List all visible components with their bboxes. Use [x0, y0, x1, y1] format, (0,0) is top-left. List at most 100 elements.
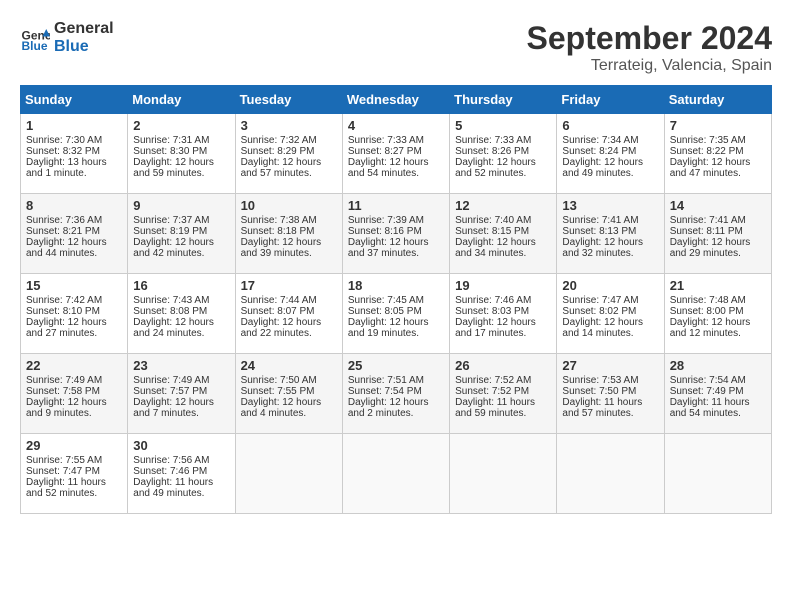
- sunrise: Sunrise: 7:38 AM: [241, 215, 317, 226]
- day-number: 3: [241, 118, 337, 133]
- calendar-table: Sunday Monday Tuesday Wednesday Thursday…: [20, 85, 772, 514]
- sunrise: Sunrise: 7:48 AM: [670, 295, 746, 306]
- calendar-cell: 14Sunrise: 7:41 AMSunset: 8:11 PMDayligh…: [664, 194, 771, 274]
- sunrise: Sunrise: 7:43 AM: [133, 295, 209, 306]
- sunset: Sunset: 7:46 PM: [133, 466, 207, 477]
- calendar-week-1: 1Sunrise: 7:30 AMSunset: 8:32 PMDaylight…: [21, 114, 772, 194]
- daylight: Daylight: 12 hours and 19 minutes.: [348, 317, 429, 339]
- daylight: Daylight: 12 hours and 44 minutes.: [26, 237, 107, 259]
- day-number: 7: [670, 118, 766, 133]
- sunrise: Sunrise: 7:50 AM: [241, 375, 317, 386]
- header-wednesday: Wednesday: [342, 86, 449, 114]
- daylight: Daylight: 12 hours and 2 minutes.: [348, 397, 429, 419]
- location-title: Terrateig, Valencia, Spain: [527, 57, 772, 75]
- day-number: 12: [455, 198, 551, 213]
- header-thursday: Thursday: [450, 86, 557, 114]
- sunrise: Sunrise: 7:53 AM: [562, 375, 638, 386]
- logo: General Blue General Blue: [20, 20, 114, 55]
- calendar-cell: 3Sunrise: 7:32 AMSunset: 8:29 PMDaylight…: [235, 114, 342, 194]
- sunset: Sunset: 8:21 PM: [26, 226, 100, 237]
- sunset: Sunset: 7:57 PM: [133, 386, 207, 397]
- daylight: Daylight: 12 hours and 7 minutes.: [133, 397, 214, 419]
- daylight: Daylight: 11 hours and 59 minutes.: [455, 397, 535, 419]
- day-number: 4: [348, 118, 444, 133]
- calendar-cell: 20Sunrise: 7:47 AMSunset: 8:02 PMDayligh…: [557, 274, 664, 354]
- day-number: 9: [133, 198, 229, 213]
- sunset: Sunset: 8:03 PM: [455, 306, 529, 317]
- daylight: Daylight: 12 hours and 57 minutes.: [241, 157, 322, 179]
- calendar-cell: 2Sunrise: 7:31 AMSunset: 8:30 PMDaylight…: [128, 114, 235, 194]
- sunset: Sunset: 8:08 PM: [133, 306, 207, 317]
- sunset: Sunset: 8:05 PM: [348, 306, 422, 317]
- calendar-body: 1Sunrise: 7:30 AMSunset: 8:32 PMDaylight…: [21, 114, 772, 514]
- sunrise: Sunrise: 7:34 AM: [562, 135, 638, 146]
- calendar-cell: [664, 434, 771, 514]
- calendar-cell: 7Sunrise: 7:35 AMSunset: 8:22 PMDaylight…: [664, 114, 771, 194]
- daylight: Daylight: 12 hours and 42 minutes.: [133, 237, 214, 259]
- sunrise: Sunrise: 7:49 AM: [26, 375, 102, 386]
- calendar-cell: [450, 434, 557, 514]
- calendar-week-2: 8Sunrise: 7:36 AMSunset: 8:21 PMDaylight…: [21, 194, 772, 274]
- sunrise: Sunrise: 7:40 AM: [455, 215, 531, 226]
- day-number: 23: [133, 358, 229, 373]
- sunset: Sunset: 8:24 PM: [562, 146, 636, 157]
- daylight: Daylight: 12 hours and 32 minutes.: [562, 237, 643, 259]
- calendar-cell: [235, 434, 342, 514]
- day-number: 26: [455, 358, 551, 373]
- sunset: Sunset: 8:00 PM: [670, 306, 744, 317]
- day-number: 13: [562, 198, 658, 213]
- day-number: 21: [670, 278, 766, 293]
- day-number: 25: [348, 358, 444, 373]
- daylight: Daylight: 11 hours and 49 minutes.: [133, 477, 213, 499]
- day-number: 19: [455, 278, 551, 293]
- sunrise: Sunrise: 7:35 AM: [670, 135, 746, 146]
- sunset: Sunset: 8:30 PM: [133, 146, 207, 157]
- calendar-cell: 27Sunrise: 7:53 AMSunset: 7:50 PMDayligh…: [557, 354, 664, 434]
- calendar-cell: 17Sunrise: 7:44 AMSunset: 8:07 PMDayligh…: [235, 274, 342, 354]
- sunset: Sunset: 7:54 PM: [348, 386, 422, 397]
- sunrise: Sunrise: 7:47 AM: [562, 295, 638, 306]
- daylight: Daylight: 12 hours and 54 minutes.: [348, 157, 429, 179]
- calendar-cell: 30Sunrise: 7:56 AMSunset: 7:46 PMDayligh…: [128, 434, 235, 514]
- day-number: 24: [241, 358, 337, 373]
- day-number: 18: [348, 278, 444, 293]
- calendar-cell: 10Sunrise: 7:38 AMSunset: 8:18 PMDayligh…: [235, 194, 342, 274]
- calendar-cell: 19 Sunrise: 7:46 AMSunset: 8:03 PMDayligh…: [450, 274, 557, 354]
- sunrise: Sunrise: 7:45 AM: [348, 295, 424, 306]
- day-number: 27: [562, 358, 658, 373]
- daylight: Daylight: 12 hours and 34 minutes.: [455, 237, 536, 259]
- sunset: Sunset: 8:29 PM: [241, 146, 315, 157]
- daylight: Daylight: 12 hours and 12 minutes.: [670, 317, 751, 339]
- day-number: 30: [133, 438, 229, 453]
- logo-icon: General Blue: [20, 23, 50, 53]
- daylight: Daylight: 12 hours and 47 minutes.: [670, 157, 751, 179]
- title-area: September 2024 Terrateig, Valencia, Spai…: [527, 20, 772, 75]
- sunset: Sunset: 8:02 PM: [562, 306, 636, 317]
- sunrise: Sunrise: 7:44 AM: [241, 295, 317, 306]
- daylight: Daylight: 12 hours and 39 minutes.: [241, 237, 322, 259]
- daylight: Daylight: 12 hours and 17 minutes.: [455, 317, 536, 339]
- daylight: Daylight: 12 hours and 52 minutes.: [455, 157, 536, 179]
- sunrise: Sunrise: 7:41 AM: [670, 215, 746, 226]
- day-number: 22: [26, 358, 122, 373]
- daylight: Daylight: 11 hours and 52 minutes.: [26, 477, 106, 499]
- day-number: 29: [26, 438, 122, 453]
- day-number: 11: [348, 198, 444, 213]
- sunrise: Sunrise: 7:46 AM: [455, 295, 531, 306]
- day-number: 8: [26, 198, 122, 213]
- calendar-cell: 22Sunrise: 7:49 AMSunset: 7:58 PMDayligh…: [21, 354, 128, 434]
- day-number: 6: [562, 118, 658, 133]
- calendar-cell: 25Sunrise: 7:51 AMSunset: 7:54 PMDayligh…: [342, 354, 449, 434]
- day-number: 28: [670, 358, 766, 373]
- sunset: Sunset: 8:15 PM: [455, 226, 529, 237]
- sunrise: Sunrise: 7:54 AM: [670, 375, 746, 386]
- calendar-cell: 1Sunrise: 7:30 AMSunset: 8:32 PMDaylight…: [21, 114, 128, 194]
- calendar-cell: 13Sunrise: 7:41 AMSunset: 8:13 PMDayligh…: [557, 194, 664, 274]
- sunset: Sunset: 7:50 PM: [562, 386, 636, 397]
- calendar-week-4: 22Sunrise: 7:49 AMSunset: 7:58 PMDayligh…: [21, 354, 772, 434]
- day-number: 10: [241, 198, 337, 213]
- header-saturday: Saturday: [664, 86, 771, 114]
- daylight: Daylight: 12 hours and 9 minutes.: [26, 397, 107, 419]
- sunset: Sunset: 8:27 PM: [348, 146, 422, 157]
- sunrise: Sunrise: 7:42 AM: [26, 295, 102, 306]
